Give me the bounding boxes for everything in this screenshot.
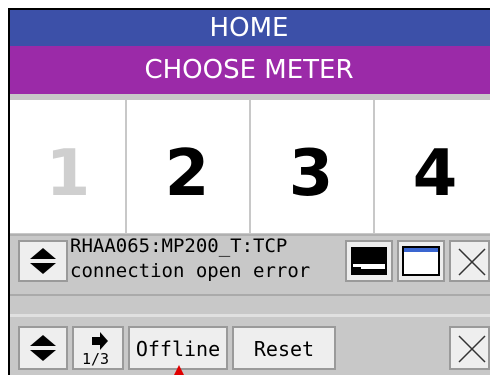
toolbar-close-button[interactable]: [449, 326, 490, 370]
close-icon: [458, 248, 486, 276]
meter-3-button[interactable]: 3: [251, 100, 371, 233]
status-line-2: connection open error: [70, 260, 311, 282]
home-title: HOME: [209, 13, 289, 43]
reset-button[interactable]: Reset: [232, 326, 336, 370]
meter-4-label: 4: [412, 137, 458, 211]
meter-4-button[interactable]: 4: [375, 100, 490, 233]
meter-selector: 1 2 3 4: [8, 100, 490, 233]
window-icon: [402, 246, 440, 276]
terminal-view-button[interactable]: [345, 240, 393, 282]
meter-3-label: 3: [288, 137, 334, 211]
pointer-marker-icon: [174, 365, 184, 375]
home-title-bar[interactable]: HOME: [8, 8, 490, 46]
scroll-updown-icon: [30, 335, 56, 361]
offline-label: Offline: [135, 337, 221, 361]
offline-button[interactable]: Offline: [128, 326, 228, 370]
toolbar-scroll-button[interactable]: [18, 326, 68, 370]
status-message: RHAA065:MP200_T:TCP connection open erro…: [70, 234, 310, 284]
meter-2-button[interactable]: 2: [127, 100, 247, 233]
meter-app-screen: HOME CHOOSE METER 1 2 3 4 RHAA065:MP200_…: [8, 8, 490, 375]
page-indicator: 1/3: [82, 350, 110, 368]
terminal-window-icon: [351, 247, 387, 275]
reset-label: Reset: [253, 337, 315, 361]
choose-meter-title: CHOOSE METER: [144, 55, 354, 85]
separator-strip: [8, 294, 490, 316]
status-line-1: RHAA065:MP200_T:TCP: [70, 235, 288, 257]
scroll-updown-icon: [30, 248, 56, 274]
close-icon: [458, 335, 486, 363]
choose-meter-bar: CHOOSE METER: [8, 46, 490, 94]
meter-2-label: 2: [164, 137, 210, 211]
window-view-button[interactable]: [397, 240, 445, 282]
meter-1-label: 1: [45, 137, 91, 211]
next-page-arrow-icon: [92, 332, 108, 350]
status-scroll-button[interactable]: [18, 240, 68, 282]
meter-1-button: 1: [8, 100, 128, 233]
status-close-button[interactable]: [449, 240, 490, 282]
next-page-button[interactable]: 1/3: [72, 326, 124, 370]
